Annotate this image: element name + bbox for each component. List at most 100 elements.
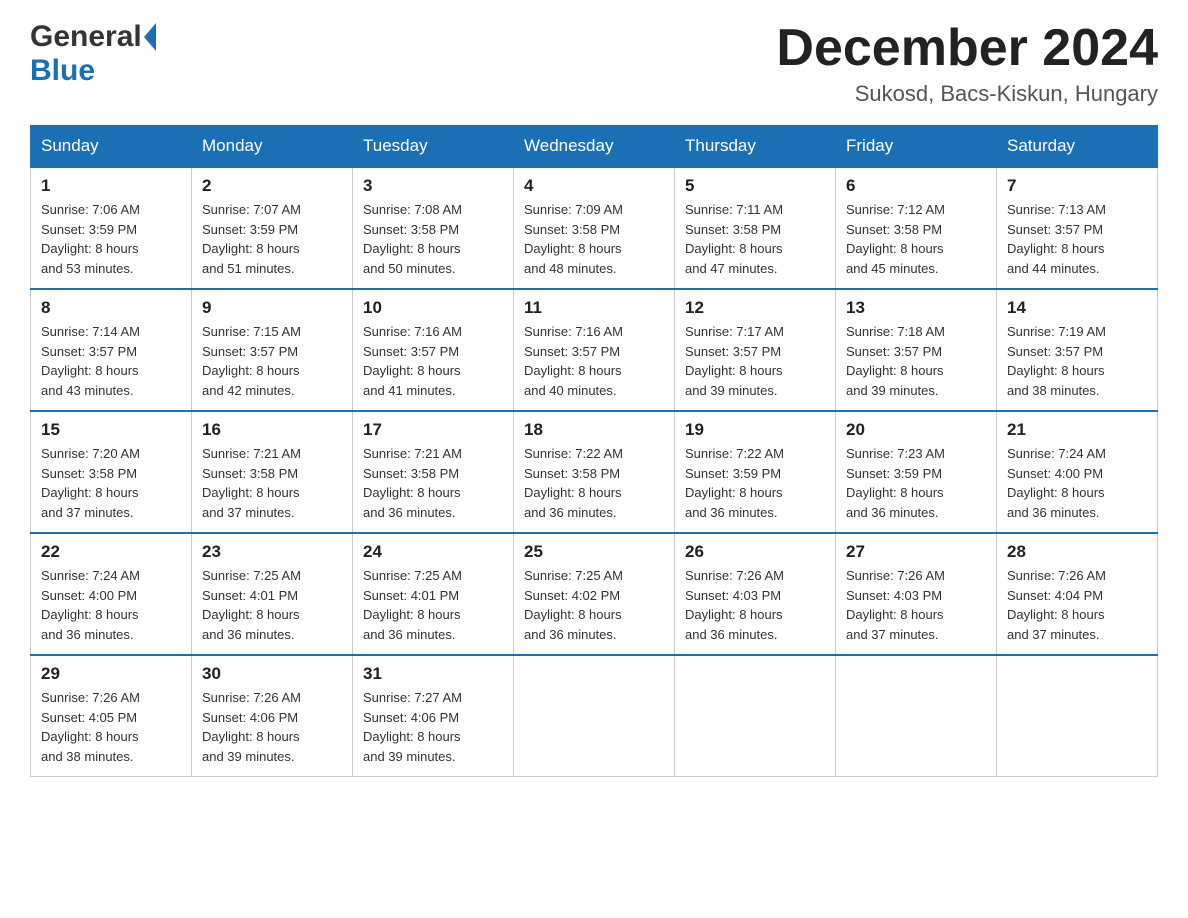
day-info: Sunrise: 7:19 AM Sunset: 3:57 PM Dayligh… — [1007, 322, 1147, 400]
day-number: 26 — [685, 542, 825, 562]
calendar-cell: 1 Sunrise: 7:06 AM Sunset: 3:59 PM Dayli… — [31, 167, 192, 289]
day-info: Sunrise: 7:23 AM Sunset: 3:59 PM Dayligh… — [846, 444, 986, 522]
day-info: Sunrise: 7:17 AM Sunset: 3:57 PM Dayligh… — [685, 322, 825, 400]
day-number: 20 — [846, 420, 986, 440]
day-info: Sunrise: 7:12 AM Sunset: 3:58 PM Dayligh… — [846, 200, 986, 278]
day-info: Sunrise: 7:14 AM Sunset: 3:57 PM Dayligh… — [41, 322, 181, 400]
day-info: Sunrise: 7:25 AM Sunset: 4:01 PM Dayligh… — [202, 566, 342, 644]
day-number: 27 — [846, 542, 986, 562]
calendar-cell: 30 Sunrise: 7:26 AM Sunset: 4:06 PM Dayl… — [192, 655, 353, 777]
calendar-cell — [997, 655, 1158, 777]
calendar-cell: 10 Sunrise: 7:16 AM Sunset: 3:57 PM Dayl… — [353, 289, 514, 411]
calendar-cell: 19 Sunrise: 7:22 AM Sunset: 3:59 PM Dayl… — [675, 411, 836, 533]
day-number: 30 — [202, 664, 342, 684]
day-number: 9 — [202, 298, 342, 318]
day-number: 31 — [363, 664, 503, 684]
calendar-cell: 28 Sunrise: 7:26 AM Sunset: 4:04 PM Dayl… — [997, 533, 1158, 655]
calendar-cell: 5 Sunrise: 7:11 AM Sunset: 3:58 PM Dayli… — [675, 167, 836, 289]
day-info: Sunrise: 7:26 AM Sunset: 4:03 PM Dayligh… — [846, 566, 986, 644]
day-number: 18 — [524, 420, 664, 440]
day-number: 8 — [41, 298, 181, 318]
calendar-cell: 20 Sunrise: 7:23 AM Sunset: 3:59 PM Dayl… — [836, 411, 997, 533]
day-info: Sunrise: 7:16 AM Sunset: 3:57 PM Dayligh… — [524, 322, 664, 400]
day-number: 13 — [846, 298, 986, 318]
day-number: 2 — [202, 176, 342, 196]
calendar-cell — [836, 655, 997, 777]
calendar-cell: 29 Sunrise: 7:26 AM Sunset: 4:05 PM Dayl… — [31, 655, 192, 777]
day-info: Sunrise: 7:06 AM Sunset: 3:59 PM Dayligh… — [41, 200, 181, 278]
day-number: 6 — [846, 176, 986, 196]
calendar-cell: 4 Sunrise: 7:09 AM Sunset: 3:58 PM Dayli… — [514, 167, 675, 289]
day-number: 24 — [363, 542, 503, 562]
calendar-cell: 16 Sunrise: 7:21 AM Sunset: 3:58 PM Dayl… — [192, 411, 353, 533]
day-info: Sunrise: 7:16 AM Sunset: 3:57 PM Dayligh… — [363, 322, 503, 400]
day-info: Sunrise: 7:09 AM Sunset: 3:58 PM Dayligh… — [524, 200, 664, 278]
day-number: 1 — [41, 176, 181, 196]
day-number: 23 — [202, 542, 342, 562]
calendar-title: December 2024 — [776, 20, 1158, 77]
calendar-cell: 24 Sunrise: 7:25 AM Sunset: 4:01 PM Dayl… — [353, 533, 514, 655]
calendar-cell: 8 Sunrise: 7:14 AM Sunset: 3:57 PM Dayli… — [31, 289, 192, 411]
calendar-cell: 9 Sunrise: 7:15 AM Sunset: 3:57 PM Dayli… — [192, 289, 353, 411]
day-info: Sunrise: 7:26 AM Sunset: 4:06 PM Dayligh… — [202, 688, 342, 766]
calendar-cell: 13 Sunrise: 7:18 AM Sunset: 3:57 PM Dayl… — [836, 289, 997, 411]
day-number: 7 — [1007, 176, 1147, 196]
day-number: 10 — [363, 298, 503, 318]
calendar-cell: 18 Sunrise: 7:22 AM Sunset: 3:58 PM Dayl… — [514, 411, 675, 533]
day-info: Sunrise: 7:26 AM Sunset: 4:03 PM Dayligh… — [685, 566, 825, 644]
calendar-cell: 17 Sunrise: 7:21 AM Sunset: 3:58 PM Dayl… — [353, 411, 514, 533]
day-info: Sunrise: 7:25 AM Sunset: 4:01 PM Dayligh… — [363, 566, 503, 644]
calendar-table: SundayMondayTuesdayWednesdayThursdayFrid… — [30, 125, 1158, 777]
day-number: 29 — [41, 664, 181, 684]
calendar-cell: 11 Sunrise: 7:16 AM Sunset: 3:57 PM Dayl… — [514, 289, 675, 411]
day-info: Sunrise: 7:22 AM Sunset: 3:59 PM Dayligh… — [685, 444, 825, 522]
calendar-cell: 26 Sunrise: 7:26 AM Sunset: 4:03 PM Dayl… — [675, 533, 836, 655]
day-number: 22 — [41, 542, 181, 562]
day-info: Sunrise: 7:15 AM Sunset: 3:57 PM Dayligh… — [202, 322, 342, 400]
day-number: 25 — [524, 542, 664, 562]
day-info: Sunrise: 7:26 AM Sunset: 4:05 PM Dayligh… — [41, 688, 181, 766]
calendar-week-4: 22 Sunrise: 7:24 AM Sunset: 4:00 PM Dayl… — [31, 533, 1158, 655]
col-header-saturday: Saturday — [997, 126, 1158, 168]
logo-blue-text: Blue — [30, 54, 156, 88]
day-info: Sunrise: 7:26 AM Sunset: 4:04 PM Dayligh… — [1007, 566, 1147, 644]
col-header-tuesday: Tuesday — [353, 126, 514, 168]
day-number: 17 — [363, 420, 503, 440]
calendar-cell: 23 Sunrise: 7:25 AM Sunset: 4:01 PM Dayl… — [192, 533, 353, 655]
day-number: 28 — [1007, 542, 1147, 562]
day-info: Sunrise: 7:21 AM Sunset: 3:58 PM Dayligh… — [363, 444, 503, 522]
calendar-week-1: 1 Sunrise: 7:06 AM Sunset: 3:59 PM Dayli… — [31, 167, 1158, 289]
day-number: 16 — [202, 420, 342, 440]
page-header: General Blue December 2024 Sukosd, Bacs-… — [30, 20, 1158, 107]
calendar-cell: 27 Sunrise: 7:26 AM Sunset: 4:03 PM Dayl… — [836, 533, 997, 655]
logo-general-text: General — [30, 20, 142, 54]
calendar-header-row: SundayMondayTuesdayWednesdayThursdayFrid… — [31, 126, 1158, 168]
day-number: 21 — [1007, 420, 1147, 440]
day-info: Sunrise: 7:20 AM Sunset: 3:58 PM Dayligh… — [41, 444, 181, 522]
col-header-monday: Monday — [192, 126, 353, 168]
logo: General Blue — [30, 20, 156, 88]
day-number: 3 — [363, 176, 503, 196]
day-info: Sunrise: 7:22 AM Sunset: 3:58 PM Dayligh… — [524, 444, 664, 522]
col-header-sunday: Sunday — [31, 126, 192, 168]
day-info: Sunrise: 7:13 AM Sunset: 3:57 PM Dayligh… — [1007, 200, 1147, 278]
calendar-cell: 6 Sunrise: 7:12 AM Sunset: 3:58 PM Dayli… — [836, 167, 997, 289]
day-number: 5 — [685, 176, 825, 196]
day-number: 14 — [1007, 298, 1147, 318]
calendar-week-5: 29 Sunrise: 7:26 AM Sunset: 4:05 PM Dayl… — [31, 655, 1158, 777]
calendar-cell: 2 Sunrise: 7:07 AM Sunset: 3:59 PM Dayli… — [192, 167, 353, 289]
calendar-header: December 2024 Sukosd, Bacs-Kiskun, Hunga… — [776, 20, 1158, 107]
day-info: Sunrise: 7:07 AM Sunset: 3:59 PM Dayligh… — [202, 200, 342, 278]
calendar-cell: 7 Sunrise: 7:13 AM Sunset: 3:57 PM Dayli… — [997, 167, 1158, 289]
day-info: Sunrise: 7:08 AM Sunset: 3:58 PM Dayligh… — [363, 200, 503, 278]
col-header-friday: Friday — [836, 126, 997, 168]
logo-icon — [144, 23, 156, 51]
calendar-cell: 14 Sunrise: 7:19 AM Sunset: 3:57 PM Dayl… — [997, 289, 1158, 411]
calendar-cell: 3 Sunrise: 7:08 AM Sunset: 3:58 PM Dayli… — [353, 167, 514, 289]
day-info: Sunrise: 7:21 AM Sunset: 3:58 PM Dayligh… — [202, 444, 342, 522]
day-number: 15 — [41, 420, 181, 440]
col-header-thursday: Thursday — [675, 126, 836, 168]
day-info: Sunrise: 7:24 AM Sunset: 4:00 PM Dayligh… — [1007, 444, 1147, 522]
calendar-cell: 31 Sunrise: 7:27 AM Sunset: 4:06 PM Dayl… — [353, 655, 514, 777]
calendar-cell — [514, 655, 675, 777]
